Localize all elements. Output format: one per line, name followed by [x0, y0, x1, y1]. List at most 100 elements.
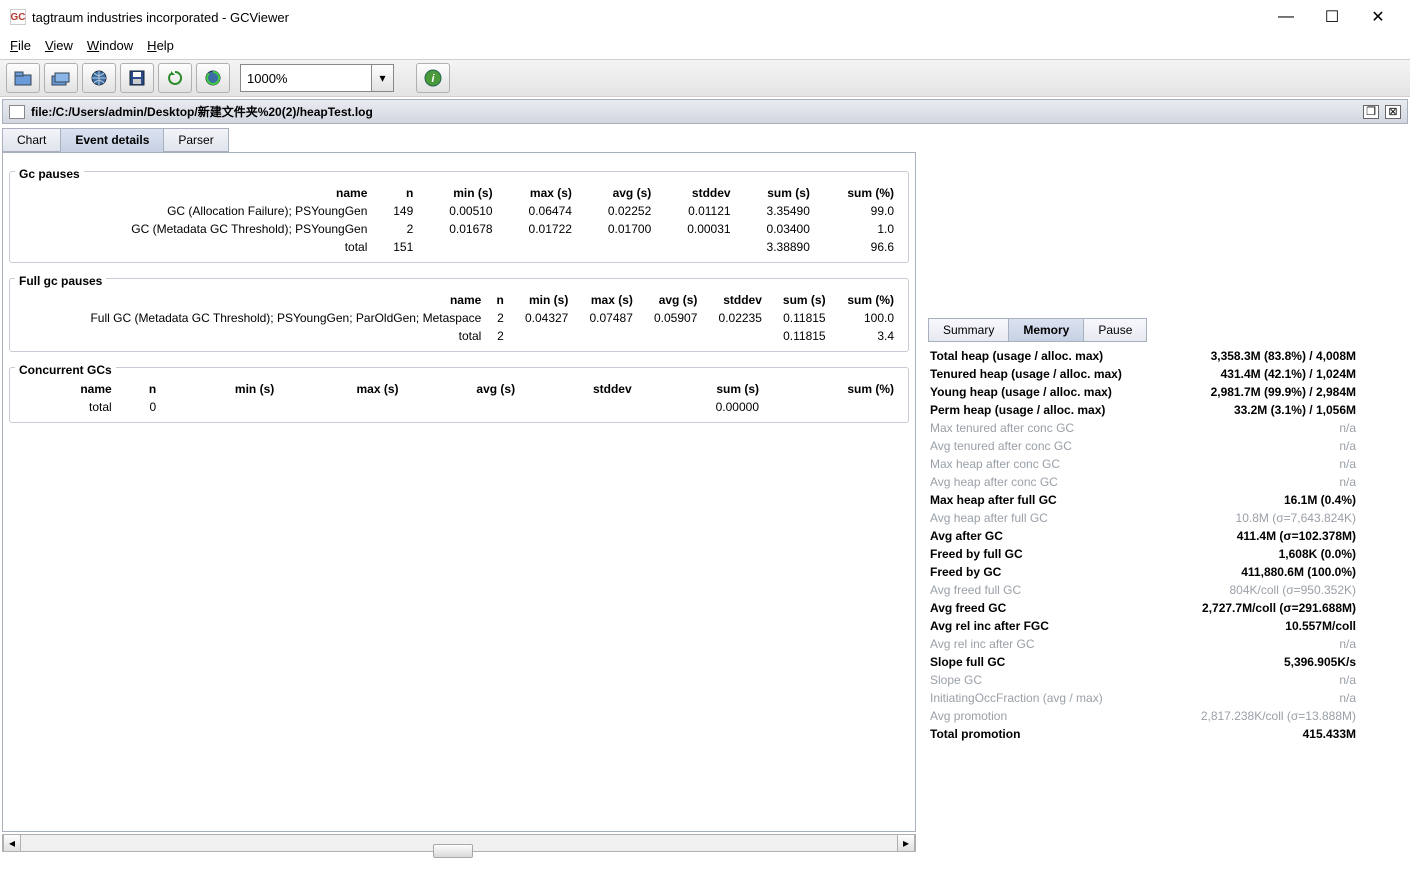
stat-row: Young heap (usage / alloc. max)2,981.7M …	[928, 384, 1358, 400]
table-header-row: name n min (s) max (s) avg (s) stddev su…	[18, 380, 900, 398]
open-file-button[interactable]	[6, 63, 40, 93]
refresh-button[interactable]	[158, 63, 192, 93]
internal-window-controls: ❐ ⊠	[1363, 105, 1401, 119]
stat-value: n/a	[1339, 691, 1356, 705]
stat-row: Max tenured after conc GCn/a	[928, 420, 1358, 436]
stat-value: 431.4M (42.1%) / 1,024M	[1221, 367, 1356, 381]
menu-file[interactable]: File	[10, 38, 31, 53]
stat-row: Avg rel inc after FGC10.557M/coll	[928, 618, 1358, 634]
stat-value: 804K/coll (σ=950.352K)	[1230, 583, 1357, 597]
stat-label: Avg rel inc after GC	[930, 637, 1034, 651]
stat-row: Avg freed full GC 804K/coll (σ=950.352K)	[928, 582, 1358, 598]
details-body: Gc pauses name n min (s) max (s) avg (s)…	[2, 152, 916, 832]
section-title: Full gc pauses	[15, 274, 106, 288]
stat-row: InitiatingOccFraction (avg / max) n/a	[928, 690, 1358, 706]
stat-value: n/a	[1339, 439, 1356, 453]
stat-label: Tenured heap (usage / alloc. max)	[930, 367, 1122, 381]
zoom-combo[interactable]: ▾	[240, 64, 394, 92]
stat-value: 33.2M (3.1%) / 1,056M	[1234, 403, 1356, 417]
stat-value: 415.433M	[1303, 727, 1356, 741]
detail-tabs: Chart Event details Parser	[0, 124, 918, 152]
stat-label: Avg heap after full GC	[930, 511, 1048, 525]
stat-row: Avg heap after full GC 10.8M (σ=7,643.824…	[928, 510, 1358, 526]
maximize-button[interactable]: ☐	[1318, 6, 1346, 28]
tab-chart[interactable]: Chart	[2, 128, 61, 152]
tab-pause[interactable]: Pause	[1083, 318, 1147, 342]
stat-row: Avg promotion2,817.238K/coll (σ=13.888M)	[928, 708, 1358, 724]
left-pane: Chart Event details Parser Gc pauses nam…	[0, 124, 918, 852]
section-title: Concurrent GCs	[15, 363, 116, 377]
right-pane: Summary Memory Pause Total heap (usage /…	[918, 124, 1370, 852]
open-url-button[interactable]	[82, 63, 116, 93]
close-doc-icon[interactable]: ⊠	[1385, 105, 1401, 119]
stat-row: Slope GCn/a	[928, 672, 1358, 688]
stat-label: InitiatingOccFraction (avg / max)	[930, 691, 1103, 705]
stat-row: Freed by full GC1,608K (0.0%)	[928, 546, 1358, 562]
menu-view[interactable]: View	[45, 38, 73, 53]
stat-value: n/a	[1339, 457, 1356, 471]
save-button[interactable]	[120, 63, 154, 93]
stat-row: Max heap after conc GC n/a	[928, 456, 1358, 472]
stat-value: 16.1M (0.4%)	[1284, 493, 1356, 507]
menu-help[interactable]: Help	[147, 38, 174, 53]
stat-label: Avg rel inc after FGC	[930, 619, 1049, 633]
stat-value: 2,817.238K/coll (σ=13.888M)	[1201, 709, 1356, 723]
stat-label: Max heap after conc GC	[930, 457, 1060, 471]
scroll-thumb[interactable]	[433, 844, 473, 858]
stat-label: Avg after GC	[930, 529, 1003, 543]
stat-value: n/a	[1339, 673, 1356, 687]
section-concurrent-gcs: Concurrent GCs name n min (s) max (s) av…	[9, 355, 909, 423]
stat-value: 5,396.905K/s	[1284, 655, 1356, 669]
stat-row: Total heap (usage / alloc. max) 3,358.3M …	[928, 348, 1358, 364]
stats-tabs: Summary Memory Pause	[928, 318, 1358, 342]
document-titlebar: file:/C:/Users/admin/Desktop/新建文件夹%20(2)…	[2, 99, 1408, 124]
menu-window[interactable]: Window	[87, 38, 133, 53]
scroll-left-arrow[interactable]: ◂	[3, 835, 21, 851]
table-header-row: name n min (s) max (s) avg (s) stddev su…	[18, 291, 900, 309]
section-gc-pauses: Gc pauses name n min (s) max (s) avg (s)…	[9, 159, 909, 263]
memory-stats-list: Total heap (usage / alloc. max) 3,358.3M …	[928, 348, 1358, 742]
tab-parser[interactable]: Parser	[163, 128, 228, 152]
window-titlebar: GC tagtraum industries incorporated - GC…	[0, 0, 1410, 34]
table-row: total20.118153.4	[18, 327, 900, 345]
stat-label: Avg freed full GC	[930, 583, 1021, 597]
open-series-button[interactable]	[44, 63, 78, 93]
stat-value: n/a	[1339, 475, 1356, 489]
stat-row: Slope full GC5,396.905K/s	[928, 654, 1358, 670]
section-title: Gc pauses	[15, 167, 84, 181]
app-icon: GC	[10, 9, 26, 25]
stat-label: Max heap after full GC	[930, 493, 1057, 507]
window-controls: — ☐ ✕	[1272, 6, 1400, 28]
gc-pauses-table: name n min (s) max (s) avg (s) stddev su…	[18, 184, 900, 256]
stat-label: Total promotion	[930, 727, 1020, 741]
tab-summary[interactable]: Summary	[928, 318, 1009, 342]
stat-value: 411.4M (σ=102.378M)	[1237, 529, 1356, 543]
table-row: Full GC (Metadata GC Threshold); PSYoung…	[18, 309, 900, 327]
tab-memory[interactable]: Memory	[1008, 318, 1084, 342]
stat-label: Total heap (usage / alloc. max)	[930, 349, 1103, 363]
horizontal-scrollbar[interactable]: ◂ ▸	[2, 834, 916, 852]
zoom-dropdown-button[interactable]: ▾	[371, 65, 393, 91]
watch-button[interactable]	[196, 63, 230, 93]
scroll-right-arrow[interactable]: ▸	[897, 835, 915, 851]
table-row: GC (Metadata GC Threshold); PSYoungGen20…	[18, 220, 900, 238]
minimize-button[interactable]: —	[1272, 6, 1300, 28]
table-header-row: name n min (s) max (s) avg (s) stddev su…	[18, 184, 900, 202]
stat-value: 1,608K (0.0%)	[1279, 547, 1356, 561]
stat-label: Freed by GC	[930, 565, 1001, 579]
stat-value: 3,358.3M (83.8%) / 4,008M	[1211, 349, 1356, 363]
stat-label: Perm heap (usage / alloc. max)	[930, 403, 1105, 417]
stat-value: n/a	[1339, 421, 1356, 435]
stat-row: Avg heap after conc GCn/a	[928, 474, 1358, 490]
restore-icon[interactable]: ❐	[1363, 105, 1379, 119]
close-button[interactable]: ✕	[1364, 6, 1392, 28]
table-row: GC (Allocation Failure); PSYoungGen1490.…	[18, 202, 900, 220]
tab-event-details[interactable]: Event details	[60, 128, 164, 152]
stat-row: Max heap after full GC 16.1M (0.4%)	[928, 492, 1358, 508]
stat-row: Total promotion 415.433M	[928, 726, 1358, 742]
zoom-input[interactable]	[241, 69, 371, 88]
about-button[interactable]: i	[416, 63, 450, 93]
stat-value: 411,880.6M (100.0%)	[1241, 565, 1356, 579]
stat-label: Avg freed GC	[930, 601, 1006, 615]
stat-value: 10.8M (σ=7,643.824K)	[1236, 511, 1356, 525]
